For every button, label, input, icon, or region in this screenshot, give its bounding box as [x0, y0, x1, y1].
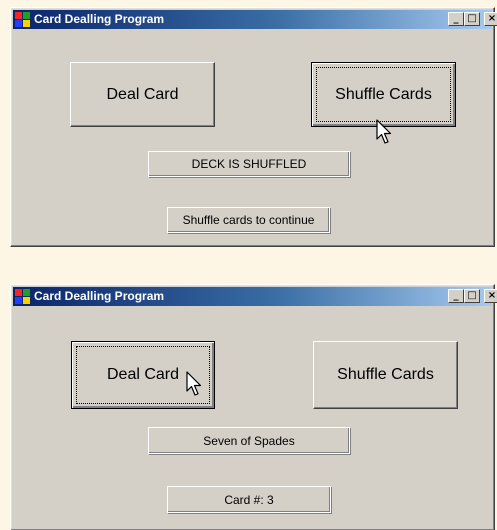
info-label: Card #: 3	[167, 486, 331, 513]
minimize-icon[interactable]: _	[448, 12, 464, 26]
mouse-pointer-icon	[376, 119, 392, 144]
card-dealing-window-1: Card Dealling Program _ □ × Deal Card Sh…	[10, 7, 497, 247]
shuffle-cards-button[interactable]: Shuffle Cards	[313, 341, 458, 409]
card-dealing-window-2: Card Dealling Program _ □ × Deal Card Sh…	[10, 284, 497, 530]
deal-card-button[interactable]: Deal Card	[70, 62, 215, 127]
window-title: Card Dealling Program	[34, 289, 165, 303]
close-icon[interactable]: ×	[484, 12, 497, 26]
maximize-icon[interactable]: □	[464, 12, 480, 26]
window-title: Card Dealling Program	[34, 12, 165, 26]
status-label: DECK IS SHUFFLED	[148, 151, 350, 177]
title-bar[interactable]: Card Dealling Program _ □ ×	[13, 287, 497, 306]
title-bar[interactable]: Card Dealling Program _ □ ×	[13, 10, 497, 29]
info-label: Shuffle cards to continue	[167, 207, 330, 233]
minimize-icon[interactable]: _	[448, 289, 464, 303]
maximize-icon[interactable]: □	[464, 289, 480, 303]
app-icon[interactable]	[15, 12, 30, 27]
app-icon[interactable]	[15, 289, 30, 304]
status-label: Seven of Spades	[148, 427, 350, 454]
close-icon[interactable]: ×	[484, 289, 497, 303]
mouse-pointer-icon	[186, 371, 202, 396]
shuffle-cards-button[interactable]: Shuffle Cards	[311, 62, 456, 127]
